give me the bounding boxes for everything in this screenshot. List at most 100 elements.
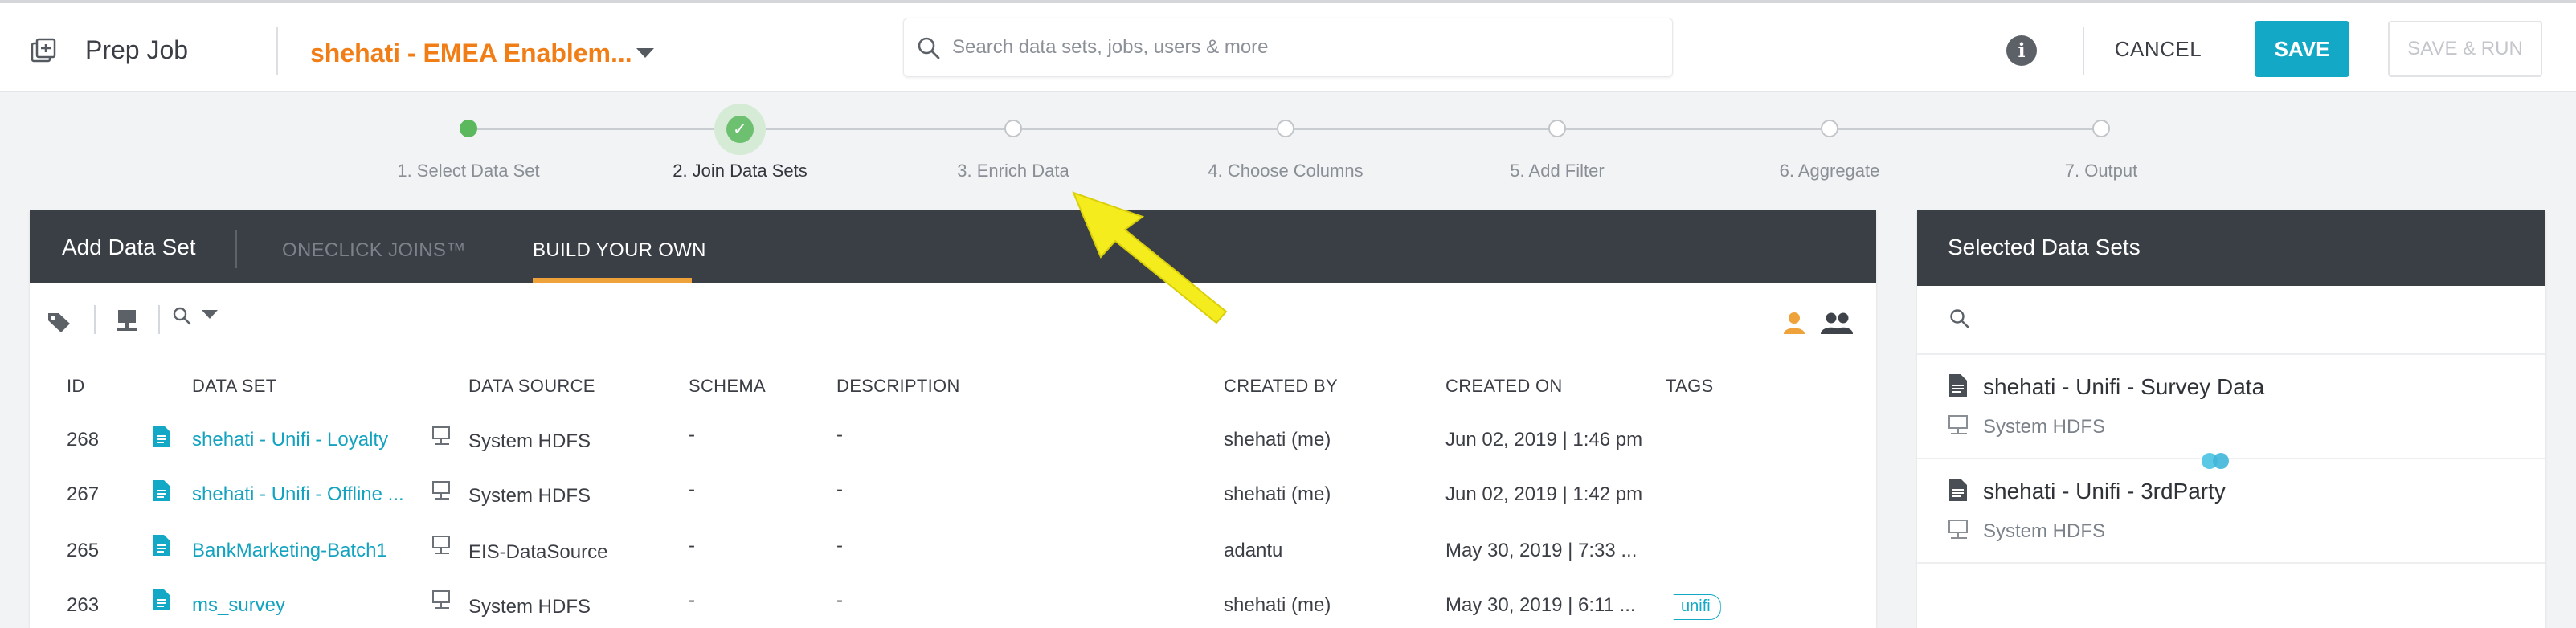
created-on-cell: May 30, 2019 | 6:11 ... [1445, 594, 1636, 616]
description-cell: - [836, 589, 843, 611]
server-icon [1948, 415, 1968, 434]
data-set-link[interactable]: BankMarketing-Batch1 [192, 540, 387, 562]
data-set-link[interactable]: ms_survey [192, 594, 285, 617]
top-bar: Prep Job shehati - EMEA Enablem... i CAN… [0, 0, 2576, 92]
step-1-indicator[interactable] [460, 120, 477, 137]
info-icon[interactable]: i [2006, 35, 2037, 66]
selected-data-set-name[interactable]: shehati - Unifi - 3rdParty [1983, 479, 2226, 504]
row-id: 267 [67, 483, 100, 505]
file-icon [153, 535, 170, 556]
check-icon[interactable]: ✓ [726, 116, 754, 143]
search-icon [918, 37, 940, 59]
created-by-cell: shehati (me) [1224, 429, 1331, 451]
step-5-label[interactable]: 5. Add Filter [1510, 161, 1604, 181]
created-by-cell: shehati (me) [1224, 594, 1331, 616]
divider [235, 230, 237, 268]
data-source-cell: EIS-DataSource [468, 541, 608, 563]
schema-cell: - [689, 535, 695, 557]
chevron-down-icon[interactable] [636, 48, 654, 58]
step-4-label[interactable]: 4. Choose Columns [1208, 161, 1363, 181]
column-header-created-by[interactable]: CREATED BY [1224, 376, 1338, 397]
active-tab-indicator [533, 278, 692, 283]
job-name-dropdown[interactable]: shehati - EMEA Enablem... [310, 39, 632, 68]
step-7-label[interactable]: 7. Output [2065, 161, 2138, 181]
data-source-filter-icon[interactable] [115, 307, 139, 336]
schema-cell: - [689, 424, 695, 446]
divider [158, 305, 160, 334]
column-header-data-source[interactable]: DATA SOURCE [468, 376, 595, 397]
row-id: 263 [67, 594, 100, 616]
panel-header: Add Data Set ONECLICK JOINS™ BUILD YOUR … [30, 210, 1876, 283]
divider [94, 305, 96, 334]
step-3-label[interactable]: 3. Enrich Data [957, 161, 1069, 181]
server-icon [432, 536, 450, 554]
step-3-indicator[interactable] [1004, 120, 1022, 137]
step-7-indicator[interactable] [2092, 120, 2110, 137]
step-6-indicator[interactable] [1821, 120, 1838, 137]
tab-oneclick-joins[interactable]: ONECLICK JOINS™ [282, 239, 466, 262]
join-link-icon[interactable] [2198, 451, 2234, 471]
page-title: Prep Job [85, 35, 189, 64]
divider [1917, 562, 2545, 564]
save-button[interactable]: SAVE [2255, 21, 2349, 77]
column-header-schema[interactable]: SCHEMA [689, 376, 766, 397]
server-icon [432, 481, 450, 500]
panel-title: Selected Data Sets [1948, 234, 2141, 259]
annotation-arrow-icon [1072, 191, 1228, 324]
description-cell: - [836, 424, 843, 446]
search-icon[interactable] [1948, 307, 1970, 329]
data-set-link[interactable]: shehati - Unifi - Loyalty [192, 429, 388, 451]
file-icon [153, 589, 170, 610]
tag-badge[interactable]: unifi [1666, 594, 1721, 620]
step-5-indicator[interactable] [1548, 120, 1566, 137]
schema-cell: - [689, 589, 695, 611]
schema-cell: - [689, 479, 695, 500]
selected-data-set-name[interactable]: shehati - Unifi - Survey Data [1983, 374, 2264, 400]
column-header-data-set[interactable]: DATA SET [192, 376, 277, 397]
column-header-description[interactable]: DESCRIPTION [836, 376, 960, 397]
created-by-cell: shehati (me) [1224, 483, 1331, 505]
my-data-user-icon[interactable] [1781, 310, 1807, 336]
step-6-label[interactable]: 6. Aggregate [1780, 161, 1880, 181]
column-header-id[interactable]: ID [67, 376, 85, 397]
divider [276, 27, 278, 75]
selected-data-set-source: System HDFS [1983, 520, 2106, 542]
created-by-cell: adantu [1224, 540, 1283, 561]
panel-title: Add Data Set [62, 234, 196, 259]
search-input[interactable] [952, 30, 1659, 65]
global-search[interactable] [903, 18, 1673, 77]
tag-icon[interactable] [46, 310, 73, 334]
description-cell: - [836, 479, 843, 500]
all-users-group-icon[interactable] [1820, 310, 1854, 336]
data-set-link[interactable]: shehati - Unifi - Offline ... [192, 483, 404, 506]
data-source-cell: System HDFS [468, 596, 591, 618]
selected-data-sets-panel: Selected Data Sets shehati - Unifi - Sur… [1917, 210, 2545, 628]
step-2-label[interactable]: 2. Join Data Sets [673, 161, 808, 181]
cancel-button[interactable]: CANCEL [2113, 21, 2203, 77]
file-icon [153, 480, 170, 501]
chevron-down-icon[interactable] [202, 310, 218, 320]
data-source-cell: System HDFS [468, 430, 591, 452]
server-icon [1948, 520, 1968, 539]
created-on-cell: Jun 02, 2019 | 1:46 pm [1445, 429, 1643, 451]
divider [1917, 353, 2545, 355]
tab-build-your-own[interactable]: BUILD YOUR OWN [533, 239, 706, 262]
column-header-tags[interactable]: TAGS [1666, 376, 1713, 397]
step-4-indicator[interactable] [1277, 120, 1294, 137]
row-id: 268 [67, 429, 100, 451]
prep-job-icon [31, 38, 56, 63]
created-on-cell: Jun 02, 2019 | 1:42 pm [1445, 483, 1643, 505]
selected-data-set-source: System HDFS [1983, 416, 2106, 438]
divider [2083, 27, 2084, 75]
column-header-created-on[interactable]: CREATED ON [1445, 376, 1563, 397]
server-icon [432, 426, 450, 445]
created-on-cell: May 30, 2019 | 7:33 ... [1445, 540, 1638, 561]
panel-header: Selected Data Sets [1917, 210, 2545, 286]
save-and-run-button[interactable]: SAVE & RUN [2388, 21, 2542, 77]
description-cell: - [836, 535, 843, 557]
add-data-set-panel: Add Data Set ONECLICK JOINS™ BUILD YOUR … [30, 210, 1876, 628]
file-icon [1949, 479, 1967, 501]
file-icon [1949, 374, 1967, 397]
search-icon[interactable] [171, 305, 192, 326]
step-1-label[interactable]: 1. Select Data Set [397, 161, 539, 181]
